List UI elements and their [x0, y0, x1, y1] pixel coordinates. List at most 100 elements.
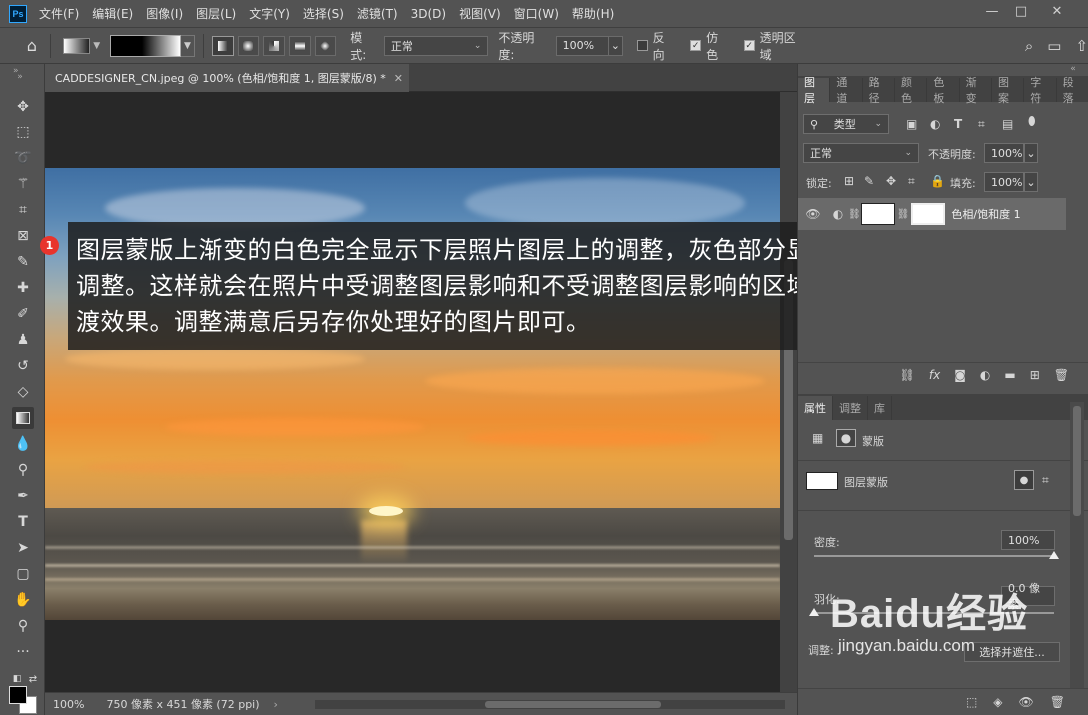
scrollbar-thumb[interactable] [1073, 406, 1081, 516]
horizontal-scrollbar[interactable] [315, 700, 785, 709]
layer-row[interactable]: 👁 ◐ ⛓ ⛓ 色相/饱和度 1 [798, 198, 1066, 230]
layer-filter-select[interactable]: ⚲ 类型 ⌄ [803, 114, 889, 134]
document-tab[interactable]: CADDESIGNER_CN.jpeg @ 100% (色相/饱和度 1, 图层… [45, 64, 409, 92]
magic-wand-icon[interactable]: ⚚ [12, 173, 34, 195]
pen-icon[interactable]: ✒ [12, 485, 34, 507]
tab-adjustments[interactable]: 调整 [833, 396, 868, 420]
density-input[interactable]: 100% [1001, 530, 1055, 550]
pixel-mask-button[interactable]: ● [1014, 470, 1034, 490]
tab-swatches[interactable]: 色板 [927, 76, 960, 105]
link-layers-icon[interactable]: ⛓ [900, 368, 915, 382]
lock-pixels-icon[interactable]: ✎ [864, 174, 874, 188]
tab-color[interactable]: 颜色 [895, 76, 928, 105]
zoom-icon[interactable]: ⚲ [12, 615, 34, 637]
tab-channels[interactable]: 通道 [830, 76, 863, 105]
marquee-icon[interactable]: ⬚ [12, 121, 34, 143]
more-tools-icon[interactable]: ··· [12, 641, 34, 663]
menu-edit[interactable]: 编辑(E) [92, 5, 133, 22]
tab-gradients[interactable]: 渐变 [960, 76, 992, 105]
rectangle-icon[interactable]: ▢ [12, 563, 34, 585]
shape-filter-icon[interactable]: ⌗ [978, 117, 985, 132]
mode-select[interactable]: 正常 ⌄ [383, 35, 489, 56]
menu-file[interactable]: 文件(F) [39, 5, 79, 22]
crop-icon[interactable]: ⌗ [12, 199, 34, 221]
pixel-filter-icon[interactable]: ▣ [906, 117, 917, 131]
healing-icon[interactable]: ✚ [12, 277, 34, 299]
transparency-checkbox[interactable]: ✓ [743, 40, 755, 51]
collapse-icon[interactable]: » [13, 66, 19, 76]
gradient-preset-picker[interactable] [62, 37, 91, 54]
search-icon[interactable]: ⌕ [1025, 37, 1033, 55]
menu-help[interactable]: 帮助(H) [572, 5, 614, 22]
canvas-area[interactable] [45, 92, 797, 692]
fx-icon[interactable]: fx [929, 368, 940, 382]
mask-thumbnail[interactable] [911, 203, 946, 225]
chevron-down-icon[interactable]: ⌄ [1024, 172, 1038, 192]
angle-gradient-button[interactable] [263, 35, 285, 56]
blend-mode-select[interactable]: 正常 ⌄ [803, 143, 919, 163]
maximize-button[interactable]: □ [1004, 0, 1038, 22]
brush-icon[interactable]: ✐ [12, 303, 34, 325]
eyedropper-icon[interactable]: ✎ [12, 251, 34, 273]
scrollbar-thumb[interactable] [485, 701, 661, 708]
chevron-right-icon[interactable]: › [274, 698, 278, 711]
vector-mask-icon[interactable]: ⌗ [1042, 473, 1049, 488]
gradient-icon[interactable] [12, 407, 34, 429]
linear-gradient-button[interactable] [211, 35, 234, 56]
layer-name[interactable]: 色相/饱和度 1 [951, 206, 1020, 222]
pixel-mask-icon[interactable]: ▦ [812, 431, 823, 445]
dither-checkbox[interactable]: ✓ [690, 40, 702, 51]
tab-paragraph[interactable]: 段落 [1057, 76, 1088, 105]
tab-libraries[interactable]: 库 [868, 396, 892, 420]
tab-character[interactable]: 字符 [1024, 76, 1057, 105]
lock-position-icon[interactable]: ✥ [886, 174, 896, 188]
trash-icon[interactable]: 🗑 [1054, 368, 1069, 382]
reverse-checkbox[interactable] [636, 40, 648, 51]
home-icon[interactable]: ⌂ [22, 36, 42, 55]
blur-icon[interactable]: 💧 [12, 433, 34, 455]
workspace-icon[interactable]: ▭ [1047, 37, 1061, 55]
filter-toggle-icon[interactable]: ⬮ [1028, 114, 1036, 129]
adjustment-filter-icon[interactable]: ◐ [930, 117, 940, 131]
chevron-down-icon[interactable]: ▼ [181, 34, 195, 57]
chevron-down-icon[interactable]: ⌄ [608, 35, 623, 56]
type-icon[interactable]: T [12, 511, 34, 533]
path-select-icon[interactable]: ➤ [12, 537, 34, 559]
reflected-gradient-button[interactable] [288, 35, 311, 56]
close-button[interactable]: ✕ [1040, 0, 1074, 22]
eye-icon[interactable]: 👁 [798, 207, 828, 221]
link-icon[interactable]: ⛓ [897, 209, 910, 220]
chevron-down-icon[interactable]: ⌄ [1024, 143, 1038, 163]
diamond-gradient-button[interactable] [314, 35, 337, 56]
new-layer-icon[interactable]: ⊞ [1030, 368, 1040, 382]
smart-object-filter-icon[interactable]: ▤ [1002, 117, 1013, 131]
apply-mask-icon[interactable]: ◈ [993, 695, 1002, 709]
vertical-scrollbar[interactable] [780, 92, 797, 692]
layer-opacity-input[interactable]: 100% [984, 143, 1024, 163]
eraser-icon[interactable]: ◇ [12, 381, 34, 403]
close-icon[interactable]: ✕ [394, 72, 403, 85]
menu-filter[interactable]: 滤镜(T) [357, 5, 398, 22]
properties-scrollbar[interactable] [1070, 402, 1084, 688]
new-group-icon[interactable]: ▬ [1004, 368, 1015, 382]
zoom-level[interactable]: 100% [53, 698, 84, 711]
tab-patterns[interactable]: 图案 [992, 76, 1025, 105]
gradient-editor-bar[interactable] [110, 34, 182, 57]
type-filter-icon[interactable]: T [954, 117, 962, 131]
radial-gradient-button[interactable] [237, 35, 260, 56]
lock-transparent-icon[interactable]: ⊞ [844, 174, 854, 188]
opacity-input[interactable]: 100% [555, 35, 609, 56]
density-slider-track[interactable] [814, 555, 1054, 557]
menu-3d[interactable]: 3D(D) [411, 7, 446, 21]
mask-icon[interactable]: ● [836, 429, 856, 447]
lasso-icon[interactable]: ➰ [12, 147, 34, 169]
new-adjustment-icon[interactable]: ◐ [980, 368, 990, 382]
share-icon[interactable]: ⇧ [1075, 37, 1088, 55]
eye-icon[interactable]: 👁 [1019, 695, 1034, 709]
load-selection-icon[interactable]: ⬚ [966, 695, 977, 709]
menu-view[interactable]: 视图(V) [459, 5, 501, 22]
menu-image[interactable]: 图像(I) [146, 5, 183, 22]
feather-slider-knob[interactable] [809, 608, 819, 616]
dodge-icon[interactable]: ⚲ [12, 459, 34, 481]
tab-layers[interactable]: 图层 [798, 76, 831, 105]
